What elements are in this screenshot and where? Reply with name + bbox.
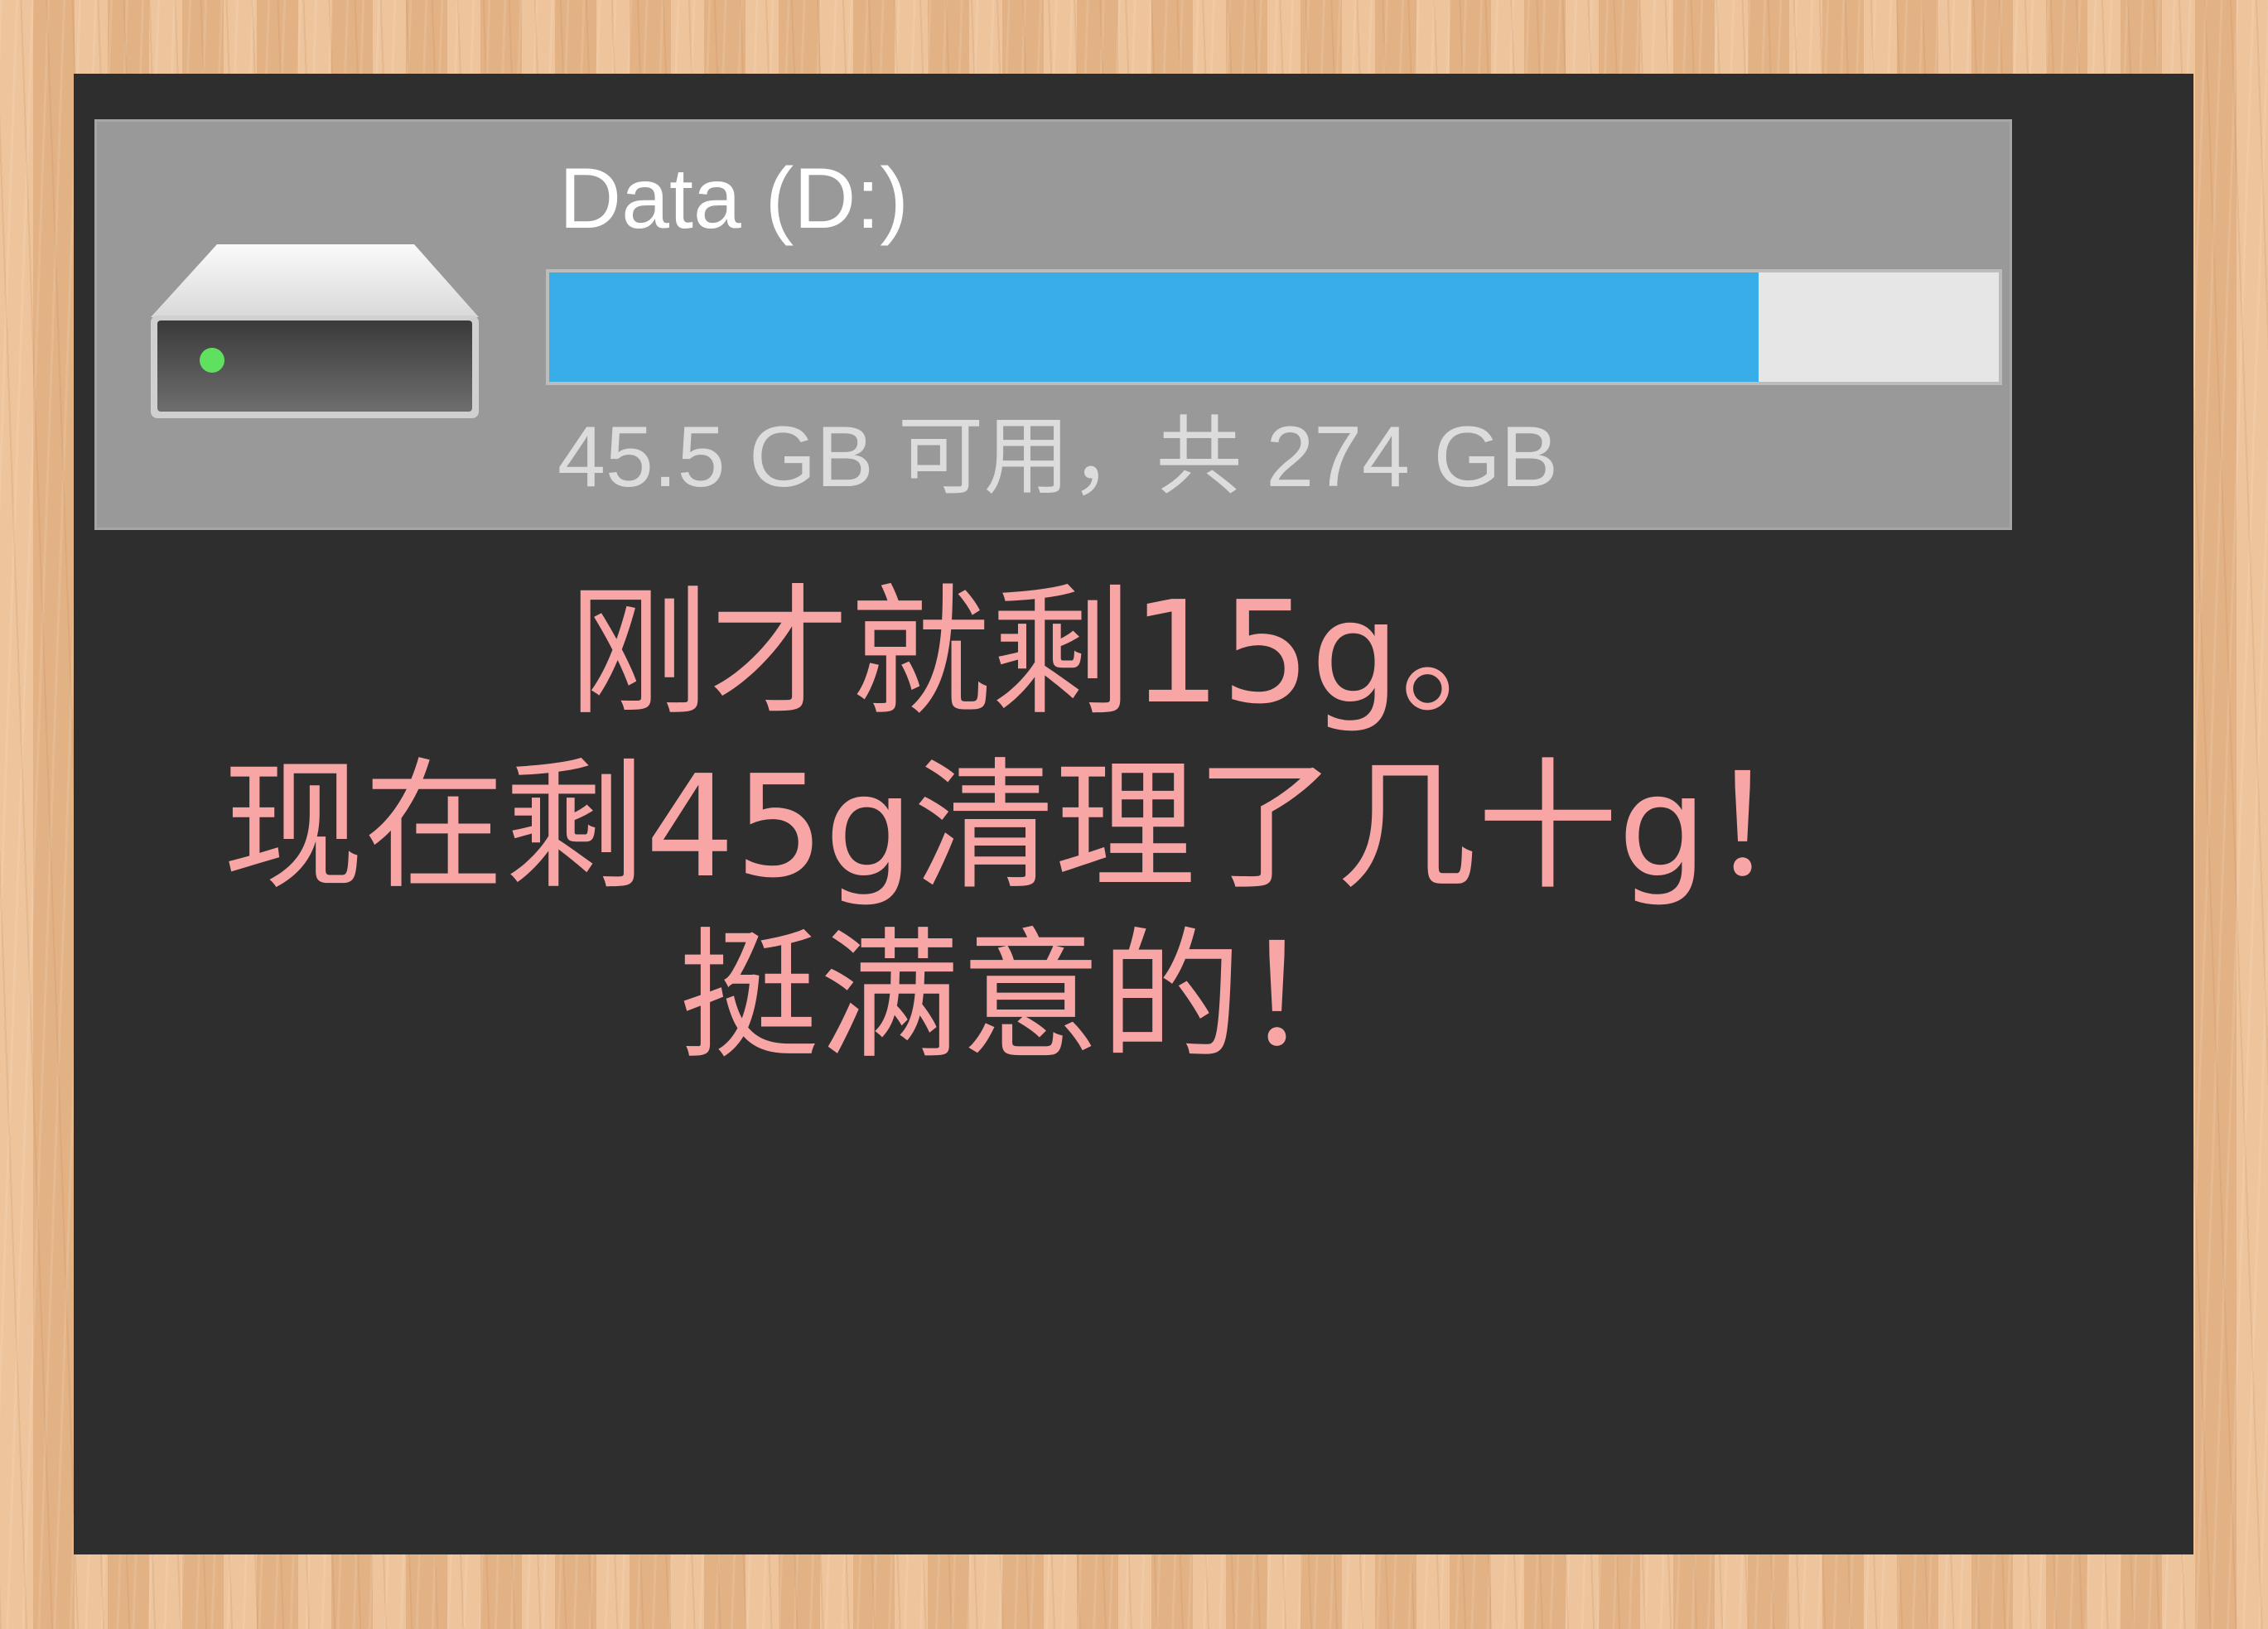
drive-tile-d[interactable]: Data (D:) 45.5 GB 可用，共 274 GB xyxy=(94,119,2012,530)
caption-line-1: 刚才就剩15g。 xyxy=(568,571,1542,735)
caption-line-2: 现在剩45g清理了几十g！ xyxy=(223,745,1849,909)
usage-bar-fill xyxy=(549,272,1759,382)
hard-drive-icon xyxy=(151,244,479,418)
usage-bar xyxy=(546,269,2002,385)
drive-name: Data (D:) xyxy=(559,151,909,247)
status-light xyxy=(200,348,224,373)
drive-space-text: 45.5 GB 可用，共 274 GB xyxy=(557,409,1559,505)
caption-line-3: 挺满意的！ xyxy=(678,915,1383,1079)
screenshot-panel: Data (D:) 45.5 GB 可用，共 274 GB 刚才就剩15g。 现… xyxy=(74,74,2193,1554)
